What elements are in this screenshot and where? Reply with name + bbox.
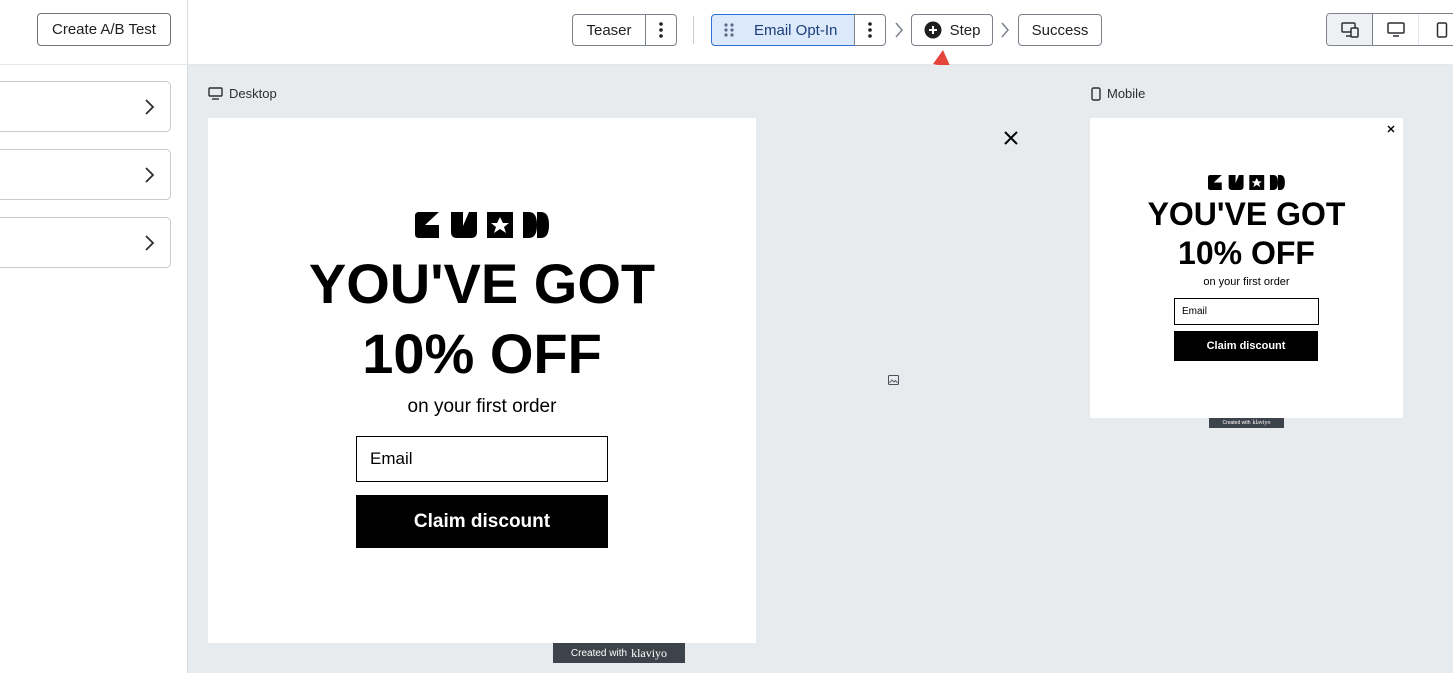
step-flow-chevron-icon bbox=[895, 22, 903, 38]
view-both-button[interactable] bbox=[1327, 14, 1373, 45]
desktop-mobile-icon bbox=[1340, 21, 1359, 38]
toolbar-separator bbox=[693, 16, 694, 44]
mobile-icon bbox=[1436, 21, 1448, 38]
kebab-icon bbox=[659, 22, 663, 38]
create-ab-test-button[interactable]: Create A/B Test bbox=[37, 13, 171, 46]
step-email-optin-button[interactable]: Email Opt-In bbox=[711, 14, 855, 46]
close-icon[interactable] bbox=[1004, 131, 1018, 145]
step-flow-chevron-icon bbox=[1001, 22, 1009, 38]
mobile-headline-line2: 10% OFF bbox=[1178, 235, 1315, 271]
desktop-icon bbox=[208, 87, 223, 100]
add-step-button[interactable]: Step bbox=[911, 14, 993, 46]
chevron-right-icon bbox=[145, 99, 155, 115]
step-teaser-button[interactable]: Teaser bbox=[572, 14, 646, 46]
teaser-menu-button[interactable] bbox=[645, 14, 677, 46]
step-toolbar: Teaser Email Opt-In Step Success bbox=[188, 0, 1453, 65]
mobile-claim-discount-button[interactable]: Claim discount bbox=[1174, 331, 1318, 361]
preview-canvas: Desktop YOU'VE GOT 10% OFF on your first… bbox=[188, 65, 1453, 673]
settings-accordion-1[interactable] bbox=[0, 81, 171, 132]
popup-email-field[interactable]: Email bbox=[356, 436, 608, 482]
chevron-right-icon bbox=[145, 167, 155, 183]
mobile-badge-brand: klaviyo bbox=[1252, 420, 1271, 426]
settings-accordion-3[interactable] bbox=[0, 217, 171, 268]
desktop-popup-preview[interactable]: YOU'VE GOT 10% OFF on your first order E… bbox=[208, 118, 756, 643]
badge-brand: klaviyo bbox=[631, 645, 668, 660]
chevron-right-icon bbox=[145, 235, 155, 251]
image-icon[interactable] bbox=[888, 375, 899, 385]
kebab-icon bbox=[868, 22, 872, 38]
left-panel-divider bbox=[0, 64, 188, 65]
popup-headline-line1: YOU'VE GOT bbox=[308, 252, 656, 315]
mobile-created-with-klaviyo-badge[interactable]: Created with klaviyo bbox=[1209, 418, 1284, 428]
desktop-icon bbox=[1386, 21, 1405, 37]
desktop-label-text: Desktop bbox=[229, 86, 277, 101]
close-icon[interactable] bbox=[1387, 125, 1395, 133]
mobile-headline-line1: YOU'VE GOT bbox=[1147, 196, 1346, 232]
email-optin-menu-button[interactable] bbox=[854, 14, 886, 46]
plus-circle-icon bbox=[924, 21, 942, 39]
mobile-popup-preview[interactable]: YOU'VE GOT 10% OFF on your first order E… bbox=[1090, 118, 1403, 418]
step-success-button[interactable]: Success bbox=[1018, 14, 1102, 46]
mobile-email-field[interactable]: Email bbox=[1174, 298, 1319, 325]
brand-logo bbox=[415, 212, 551, 238]
brand-logo bbox=[1208, 175, 1286, 190]
popup-subtext: on your first order bbox=[407, 396, 557, 417]
desktop-preview-label: Desktop bbox=[208, 86, 277, 101]
popup-claim-discount-button[interactable]: Claim discount bbox=[356, 495, 608, 548]
mobile-label-text: Mobile bbox=[1107, 86, 1146, 101]
step-email-optin-label: Email Opt-In bbox=[754, 21, 838, 39]
view-desktop-button[interactable] bbox=[1373, 14, 1419, 45]
mobile-icon bbox=[1091, 86, 1101, 101]
created-with-klaviyo-badge[interactable]: Created with klaviyo bbox=[553, 643, 685, 663]
add-step-label: Step bbox=[949, 21, 981, 39]
mobile-preview-label: Mobile bbox=[1091, 86, 1145, 101]
popup-headline-line2: 10% OFF bbox=[362, 322, 602, 385]
left-panel: Create A/B Test bbox=[0, 0, 188, 673]
drag-handle-icon[interactable] bbox=[723, 22, 735, 38]
view-mobile-button[interactable] bbox=[1419, 14, 1453, 45]
mobile-badge-prefix: Created with bbox=[1222, 420, 1251, 426]
preview-device-toggle bbox=[1326, 13, 1453, 46]
mobile-subtext: on your first order bbox=[1203, 276, 1290, 288]
settings-accordion-2[interactable] bbox=[0, 149, 171, 200]
badge-prefix: Created with bbox=[570, 647, 628, 659]
